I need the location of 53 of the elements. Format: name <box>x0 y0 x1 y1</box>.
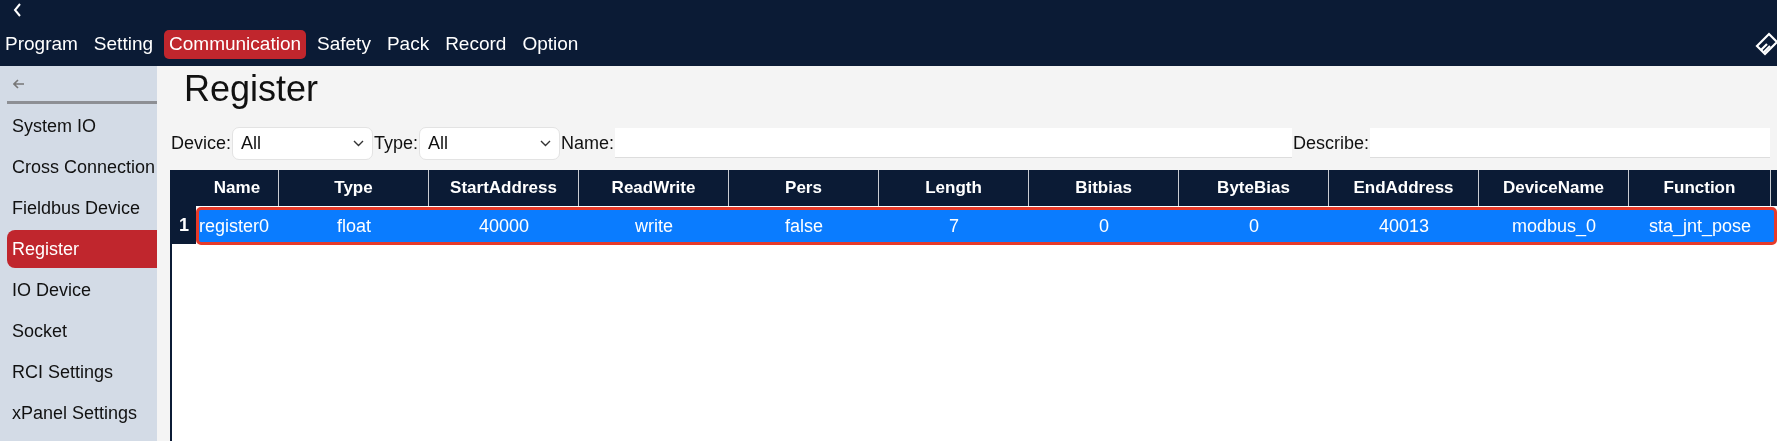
table-cell-text: 7 <box>948 214 960 238</box>
back-arrow-icon[interactable] <box>13 78 25 89</box>
table-cell-text: 0 <box>1098 214 1110 238</box>
column-header[interactable]: Length <box>879 170 1029 206</box>
sidebar-item[interactable]: System IO <box>7 107 157 145</box>
input-field[interactable] <box>1370 128 1771 158</box>
row-number: 1 <box>172 206 196 244</box>
column-header[interactable]: ReadWrite <box>579 170 729 206</box>
broom-icon[interactable] <box>1755 32 1777 58</box>
caret-icon <box>540 139 552 147</box>
sidebar-item[interactable]: Cross Connection <box>7 148 157 186</box>
table-cell-text: 0 <box>1248 214 1260 238</box>
dropdown[interactable]: All <box>419 126 561 160</box>
table-cell-text: 40000 <box>477 214 531 238</box>
filter-label: Name: <box>561 131 615 155</box>
menu-tab[interactable]: Safety <box>312 30 376 59</box>
column-header[interactable]: Pers <box>729 170 879 206</box>
table-row[interactable]: register0 float 40000 write false 7 0 0 40013 modbus_0 sta_jnt_pose <box>196 207 1777 245</box>
menu-tab[interactable]: Record <box>440 30 512 59</box>
menu-tab[interactable]: Pack <box>381 30 435 59</box>
column-header[interactable]: ByteBias <box>1179 170 1329 206</box>
sidebar-item[interactable]: Socket <box>7 312 157 350</box>
table-cell-text: register0 <box>199 214 271 238</box>
menu-tab[interactable]: Setting <box>88 30 158 59</box>
sidebar-item[interactable]: IO Device <box>7 271 157 309</box>
table-cell-text: modbus_0 <box>1510 214 1598 239</box>
filter-label: Type: <box>374 131 419 155</box>
column-header[interactable]: StartAddress <box>429 170 579 206</box>
sidebar-item[interactable]: xPanel Settings <box>7 394 157 432</box>
page-title: Register <box>184 67 320 111</box>
table-cell-text: float <box>336 214 372 238</box>
sidebar-item[interactable]: Fieldbus Device <box>7 189 157 227</box>
column-header[interactable]: EndAddress <box>1329 170 1479 206</box>
column-header[interactable]: DeviceName <box>1479 170 1629 206</box>
dropdown[interactable]: All <box>232 126 374 160</box>
sidebar-item[interactable]: RCI Settings <box>7 353 157 391</box>
caret-icon <box>353 139 365 147</box>
menu-tab[interactable]: Option <box>517 30 584 59</box>
column-header[interactable]: Type <box>279 170 429 206</box>
column-header[interactable]: Bitbias <box>1029 170 1179 206</box>
filter-label: Describe: <box>1293 131 1370 155</box>
table-cell-text: 40013 <box>1377 214 1431 238</box>
menu-tab[interactable]: Program <box>0 30 83 59</box>
table-cell-text: write <box>634 214 674 238</box>
back-icon[interactable] <box>13 3 22 17</box>
input-field[interactable] <box>615 128 1293 158</box>
table-cell-text: sta_jnt_pose <box>1647 214 1753 239</box>
sidebar-item[interactable]: Register <box>7 230 157 268</box>
table-cell-text: false <box>784 214 824 238</box>
menu-tab[interactable]: Communication <box>164 30 306 59</box>
column-header[interactable]: Function <box>1629 170 1771 206</box>
column-header[interactable]: Name <box>196 170 279 206</box>
filter-label: Device: <box>171 131 232 155</box>
